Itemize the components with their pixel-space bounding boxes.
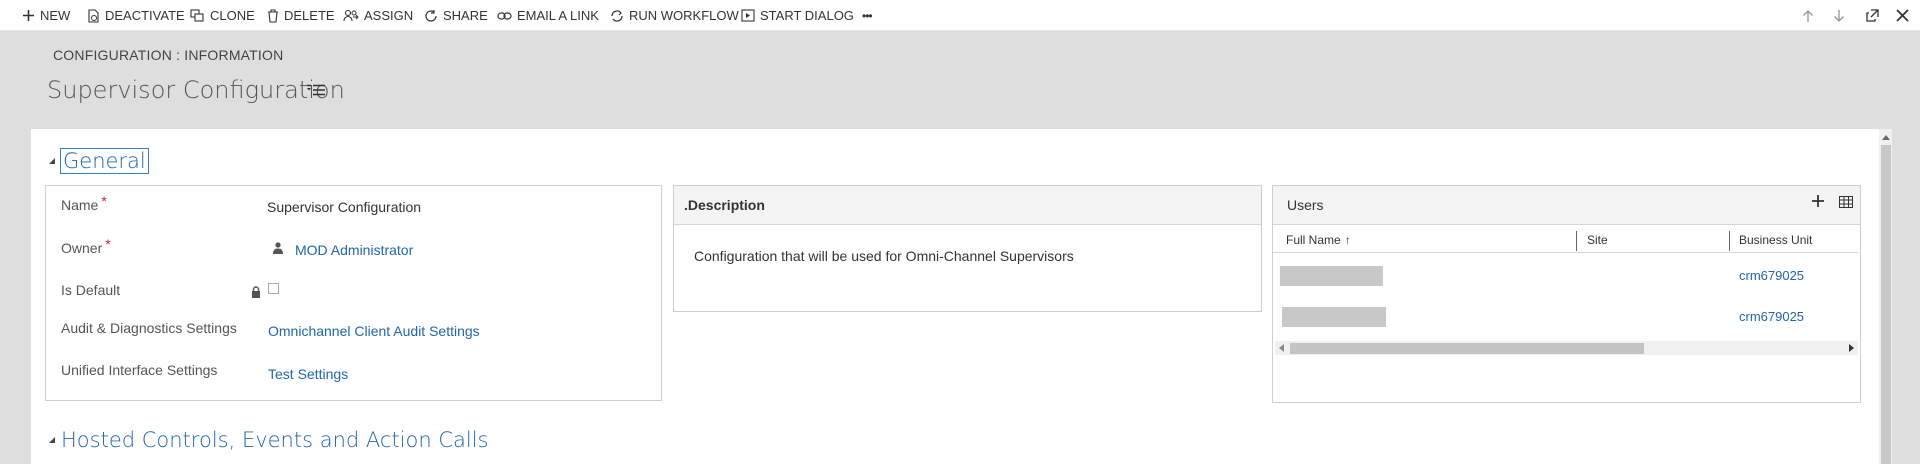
column-header-business-unit[interactable]: Business Unit bbox=[1739, 233, 1812, 247]
required-indicator: * bbox=[105, 236, 111, 252]
column-header-site[interactable]: Site bbox=[1587, 233, 1608, 247]
assign-icon bbox=[343, 9, 359, 21]
scroll-up-icon[interactable] bbox=[1879, 130, 1892, 144]
collapse-triangle-icon bbox=[49, 158, 55, 164]
redacted-user-name[interactable] bbox=[1282, 307, 1386, 327]
email-link-button[interactable]: EMAIL A LINK bbox=[497, 0, 599, 31]
email-link-label: EMAIL A LINK bbox=[517, 8, 599, 23]
form-selector-button[interactable] bbox=[307, 83, 325, 101]
clone-icon bbox=[190, 9, 204, 22]
pop-out-icon bbox=[1866, 9, 1879, 22]
form-header: CONFIGURATION : INFORMATION Supervisor C… bbox=[0, 31, 1920, 129]
business-unit-link[interactable]: crm679025 bbox=[1739, 268, 1804, 283]
sort-ascending-icon: ↑ bbox=[1344, 233, 1351, 247]
run-workflow-button[interactable]: RUN WORKFLOW bbox=[610, 0, 739, 31]
arrow-up-icon bbox=[1803, 9, 1813, 22]
deactivate-icon bbox=[88, 8, 99, 23]
section-title-hosted-controls: Hosted Controls, Events and Action Calls bbox=[61, 428, 489, 452]
previous-record-button[interactable] bbox=[1802, 0, 1814, 31]
audit-settings-field-label: Audit & Diagnostics Settings bbox=[61, 320, 237, 336]
grid-icon bbox=[1839, 196, 1853, 208]
owner-field-value[interactable]: MOD Administrator bbox=[295, 242, 413, 258]
close-button[interactable] bbox=[1896, 0, 1909, 31]
owner-field-label: Owner * bbox=[61, 236, 111, 256]
audit-settings-field-value[interactable]: Omnichannel Client Audit Settings bbox=[268, 323, 480, 339]
clone-label: CLONE bbox=[210, 8, 255, 23]
lock-icon bbox=[252, 286, 260, 298]
add-user-button[interactable] bbox=[1811, 194, 1825, 213]
assign-label: ASSIGN bbox=[364, 8, 414, 23]
horizontal-scroll-thumb[interactable] bbox=[1290, 343, 1644, 354]
is-default-checkbox[interactable] bbox=[268, 283, 279, 294]
vertical-scroll-thumb[interactable] bbox=[1881, 145, 1891, 464]
deactivate-button[interactable]: DEACTIVATE bbox=[87, 0, 185, 31]
owner-label-text: Owner bbox=[61, 240, 103, 256]
link-icon bbox=[497, 11, 512, 20]
description-panel-title: .Description bbox=[674, 186, 1261, 225]
users-subgrid: Users Full Name ↑ Site Business Unit crm… bbox=[1272, 185, 1861, 403]
form-selector-icon bbox=[307, 84, 325, 96]
description-text[interactable]: Configuration that will be used for Omni… bbox=[694, 248, 1074, 264]
trash-icon bbox=[268, 8, 278, 23]
command-bar: NEW DEACTIVATE CLONE DELETE ASSIGN SHARE… bbox=[0, 0, 1920, 31]
delete-label: DELETE bbox=[284, 8, 335, 23]
dialog-icon bbox=[741, 9, 755, 22]
is-default-field-label: Is Default bbox=[61, 282, 121, 298]
collapse-triangle-icon bbox=[49, 437, 55, 443]
arrow-down-icon bbox=[1834, 9, 1844, 22]
plus-icon bbox=[23, 10, 34, 21]
unified-interface-settings-field-value[interactable]: Test Settings bbox=[268, 366, 348, 382]
full-name-header-label: Full Name bbox=[1286, 233, 1341, 247]
grid-view-button[interactable] bbox=[1839, 195, 1853, 213]
name-label-text: Name bbox=[61, 197, 99, 213]
breadcrumb: CONFIGURATION : INFORMATION bbox=[53, 47, 284, 63]
close-icon bbox=[1896, 9, 1909, 22]
plus-icon bbox=[1812, 195, 1824, 207]
column-divider[interactable] bbox=[1576, 231, 1577, 251]
name-field-value[interactable]: Supervisor Configuration bbox=[267, 199, 421, 215]
start-dialog-button[interactable]: START DIALOG bbox=[741, 0, 854, 31]
deactivate-label: DEACTIVATE bbox=[105, 8, 185, 23]
required-indicator: * bbox=[101, 193, 107, 209]
more-commands-button[interactable]: ••• bbox=[862, 0, 873, 31]
more-commands-icon: ••• bbox=[862, 8, 873, 23]
assign-button[interactable]: ASSIGN bbox=[343, 0, 413, 31]
column-divider[interactable] bbox=[1729, 231, 1730, 251]
unified-interface-settings-field-label: Unified Interface Settings bbox=[61, 362, 218, 378]
scroll-left-icon[interactable] bbox=[1278, 344, 1284, 352]
user-icon bbox=[273, 242, 283, 254]
share-button[interactable]: SHARE bbox=[424, 0, 488, 31]
share-label: SHARE bbox=[443, 8, 488, 23]
page-title: Supervisor Configuration bbox=[47, 76, 345, 104]
next-record-button[interactable] bbox=[1833, 0, 1845, 31]
description-panel: .Description Configuration that will be … bbox=[673, 185, 1262, 312]
new-button[interactable]: NEW bbox=[22, 0, 70, 31]
delete-button[interactable]: DELETE bbox=[267, 0, 335, 31]
clone-button[interactable]: CLONE bbox=[190, 0, 255, 31]
redacted-user-name[interactable] bbox=[1280, 266, 1383, 286]
general-fields-panel: Name * Supervisor Configuration Owner * MO… bbox=[45, 185, 662, 401]
start-dialog-label: START DIALOG bbox=[760, 8, 854, 23]
business-unit-link[interactable]: crm679025 bbox=[1739, 309, 1804, 324]
general-section-toggle[interactable]: General bbox=[48, 148, 149, 174]
column-header-full-name[interactable]: Full Name ↑ bbox=[1286, 233, 1351, 247]
scroll-right-icon[interactable] bbox=[1849, 344, 1855, 352]
pop-out-button[interactable] bbox=[1866, 0, 1879, 31]
run-workflow-label: RUN WORKFLOW bbox=[629, 8, 739, 23]
section-title-general: General bbox=[60, 148, 149, 174]
users-subgrid-header: Users bbox=[1273, 186, 1860, 225]
workflow-icon bbox=[611, 9, 623, 22]
share-icon bbox=[425, 9, 437, 22]
hosted-controls-section-toggle[interactable]: Hosted Controls, Events and Action Calls bbox=[48, 428, 489, 452]
name-field-label: Name * bbox=[61, 193, 107, 213]
new-label: NEW bbox=[40, 8, 71, 23]
users-subgrid-title: Users bbox=[1287, 197, 1324, 213]
